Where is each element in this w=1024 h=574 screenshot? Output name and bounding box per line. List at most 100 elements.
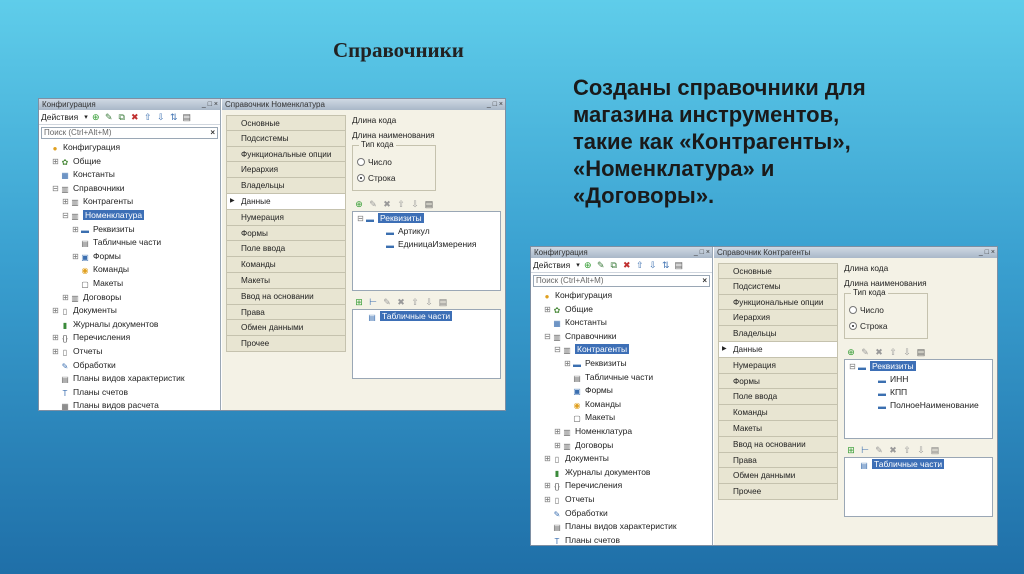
expand-icon[interactable]: ⊞ xyxy=(51,304,60,318)
tree-item[interactable]: ▤ Планы видов характеристик xyxy=(531,520,712,534)
tab-item[interactable]: Владельцы xyxy=(718,326,838,342)
tree-item[interactable]: ⊞ ▬ Реквизиты xyxy=(39,223,220,237)
tree-item[interactable]: ⊞ ▥ Контрагенты xyxy=(39,195,220,209)
move-up-icon[interactable]: ⇧ xyxy=(410,297,420,307)
tab-item[interactable]: Данные xyxy=(718,341,838,358)
chevron-down-icon[interactable]: ▾ xyxy=(576,261,580,269)
radio-string-icon[interactable] xyxy=(849,322,857,330)
edit-icon[interactable]: ✎ xyxy=(382,297,392,307)
move-up-icon[interactable]: ⇧ xyxy=(902,445,912,455)
attribute-item[interactable]: ▬ ПолноеНаименование xyxy=(845,399,992,412)
delete-icon[interactable]: ✖ xyxy=(888,445,898,455)
edit-icon[interactable]: ✎ xyxy=(368,199,378,209)
radio-string[interactable]: Строка xyxy=(353,170,435,186)
tab-item[interactable]: Формы xyxy=(718,373,838,390)
tab-item[interactable]: Функциональные опции xyxy=(718,294,838,311)
move-down-icon[interactable]: ⇩ xyxy=(916,445,926,455)
collapse-icon[interactable]: ⊟ xyxy=(553,343,562,357)
move-up-icon[interactable]: ⇧ xyxy=(396,199,406,209)
tree-item[interactable]: ▢ Макеты xyxy=(39,277,220,291)
properties-icon[interactable]: ▤ xyxy=(916,347,926,357)
tree-item[interactable]: ● Конфигурация xyxy=(531,289,712,303)
tree-item[interactable]: ▤ Табличные части xyxy=(531,371,712,385)
tree-item[interactable]: ✎ Обработки xyxy=(39,359,220,373)
add-column-icon[interactable]: ⊢ xyxy=(860,445,870,455)
expand-icon[interactable]: ⊞ xyxy=(51,331,60,345)
attribute-item[interactable]: ▬ ЕдиницаИзмерения xyxy=(353,238,500,251)
tree-item[interactable]: ⊟ ▥ Контрагенты xyxy=(531,343,712,357)
window-buttons[interactable]: _ □ × xyxy=(487,99,503,110)
collapse-icon[interactable]: ⊟ xyxy=(543,330,552,344)
tree-item[interactable]: ▦ Константы xyxy=(531,316,712,330)
tree-item[interactable]: ⊞{} Перечисления xyxy=(531,479,712,493)
tab-item[interactable]: Обмен данными xyxy=(226,320,346,337)
window-buttons[interactable]: _ □ × xyxy=(979,247,995,258)
add-icon[interactable]: ⊕ xyxy=(846,347,856,357)
collapse-icon[interactable]: ⊟ xyxy=(356,212,365,225)
tab-item[interactable]: Формы xyxy=(226,225,346,242)
collapse-icon[interactable]: ⊟ xyxy=(51,182,60,196)
clear-search-icon[interactable]: × xyxy=(210,128,215,138)
tab-item[interactable]: Подсистемы xyxy=(226,130,346,147)
move-down-icon[interactable]: ⇩ xyxy=(902,347,912,357)
expand-icon[interactable]: ⊞ xyxy=(543,493,552,507)
tab-item[interactable]: Команды xyxy=(718,405,838,421)
tab-item[interactable]: Команды xyxy=(226,257,346,273)
tab-item[interactable]: Ввод на основании xyxy=(226,288,346,305)
clear-search-icon[interactable]: × xyxy=(702,276,707,286)
tabular-root[interactable]: ▤ Табличные части xyxy=(845,458,992,471)
add-icon[interactable]: ⊕ xyxy=(583,260,593,270)
expand-icon[interactable]: ⊞ xyxy=(543,303,552,317)
delete-icon[interactable]: ✖ xyxy=(382,199,392,209)
tab-item[interactable]: Обмен данными xyxy=(718,468,838,485)
tab-item[interactable]: Поле ввода xyxy=(718,389,838,406)
tree-item[interactable]: ⊞ ▯ Отчеты xyxy=(39,345,220,359)
tree-item[interactable]: ⊞ ▥ Договоры xyxy=(531,439,712,453)
radio-number-icon[interactable] xyxy=(357,158,365,166)
attribute-item[interactable]: ▬ КПП xyxy=(845,386,992,399)
add-tabular-icon[interactable]: ⊞ xyxy=(846,445,856,455)
tab-item[interactable]: Макеты xyxy=(226,272,346,289)
tree-item[interactable]: ▤ Табличные части xyxy=(39,236,220,250)
expand-icon[interactable]: ⊞ xyxy=(553,439,562,453)
edit-icon[interactable]: ✎ xyxy=(596,260,606,270)
expand-icon[interactable]: ⊞ xyxy=(71,223,80,237)
move-down-icon[interactable]: ⇩ xyxy=(156,112,166,122)
tab-item[interactable]: Макеты xyxy=(718,420,838,437)
edit-icon[interactable]: ✎ xyxy=(860,347,870,357)
radio-number[interactable]: Число xyxy=(845,302,927,318)
radio-number[interactable]: Число xyxy=(353,154,435,170)
tab-item[interactable]: Права xyxy=(226,304,346,321)
tab-item[interactable]: Данные xyxy=(226,193,346,210)
expand-icon[interactable]: ⊞ xyxy=(543,452,552,466)
tree-item[interactable]: ⊞ ✿ Общие xyxy=(39,155,220,169)
collapse-icon[interactable]: ⊟ xyxy=(848,360,857,373)
tree-item[interactable]: ⊞ ▯ Документы xyxy=(531,452,712,466)
tree-item[interactable]: ⊞ ▯ Документы xyxy=(39,304,220,318)
tab-item[interactable]: Ввод на основании xyxy=(718,436,838,453)
properties-icon[interactable]: ▤ xyxy=(930,445,940,455)
expand-icon[interactable]: ⊞ xyxy=(51,345,60,359)
tabular-root[interactable]: ▤ Табличные части xyxy=(353,310,500,323)
tab-item[interactable]: Основные xyxy=(718,263,838,279)
delete-icon[interactable]: ✖ xyxy=(130,112,140,122)
copy-icon[interactable]: ⧉ xyxy=(609,260,619,270)
tree-item[interactable]: ◉ Команды xyxy=(531,398,712,412)
radio-number-icon[interactable] xyxy=(849,306,857,314)
tab-item[interactable]: Нумерация xyxy=(226,209,346,226)
tree-item[interactable]: ◉ Команды xyxy=(39,263,220,277)
actions-menu[interactable]: Действия xyxy=(533,260,570,270)
expand-icon[interactable]: ⊞ xyxy=(61,291,70,305)
tab-item[interactable]: Иерархия xyxy=(718,310,838,327)
sort-icon[interactable]: ⇅ xyxy=(661,260,671,270)
tree-item[interactable]: T Планы счетов xyxy=(531,534,712,545)
expand-icon[interactable]: ⊞ xyxy=(543,479,552,493)
delete-icon[interactable]: ✖ xyxy=(874,347,884,357)
tab-item[interactable]: Поле ввода xyxy=(226,241,346,258)
add-tabular-icon[interactable]: ⊞ xyxy=(354,297,364,307)
expand-icon[interactable]: ⊞ xyxy=(51,155,60,169)
tree-item[interactable]: ▣ Формы xyxy=(531,384,712,398)
tree-item[interactable]: ⊟ ▥ Справочники xyxy=(531,330,712,344)
chevron-down-icon[interactable]: ▾ xyxy=(84,113,88,121)
tree-item[interactable]: ⊞ ▬ Реквизиты xyxy=(531,357,712,371)
